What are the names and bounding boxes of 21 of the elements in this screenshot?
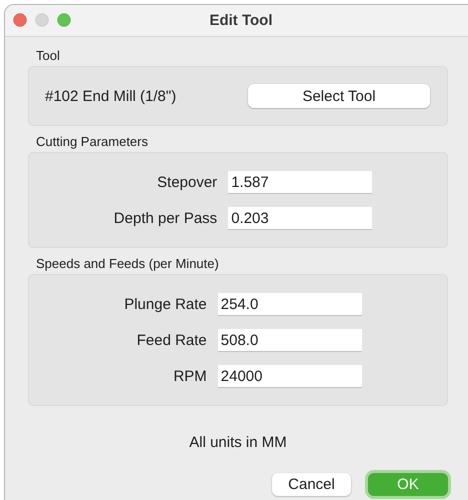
field-label: RPM <box>173 368 207 385</box>
units-note: All units in MM <box>189 434 287 451</box>
input-field[interactable]: 254.0 <box>218 293 362 316</box>
minimize-icon[interactable] <box>35 13 49 27</box>
input-field[interactable]: 24000 <box>218 365 362 388</box>
input-field[interactable]: 0.203 <box>228 207 372 230</box>
tool-name: #102 End Mill (1/8") <box>45 88 176 104</box>
field-label: Depth per Pass <box>114 210 218 227</box>
section-title: Tool <box>36 48 60 63</box>
input-field[interactable]: 508.0 <box>218 329 362 352</box>
field-label: Stepover <box>157 174 218 191</box>
field-label: Feed Rate <box>136 332 207 349</box>
section-title: Speeds and Feeds (per Minute) <box>36 256 219 271</box>
field-label: Plunge Rate <box>124 296 207 313</box>
section-title: Cutting Parameters <box>36 134 148 149</box>
cancel-button[interactable]: Cancel <box>272 473 351 496</box>
select-tool-button[interactable]: Select Tool <box>248 84 430 108</box>
window-title: Edit Tool <box>209 12 273 29</box>
close-icon[interactable] <box>13 13 27 27</box>
zoom-icon[interactable] <box>57 13 71 27</box>
input-field[interactable]: 1.587 <box>228 171 372 194</box>
